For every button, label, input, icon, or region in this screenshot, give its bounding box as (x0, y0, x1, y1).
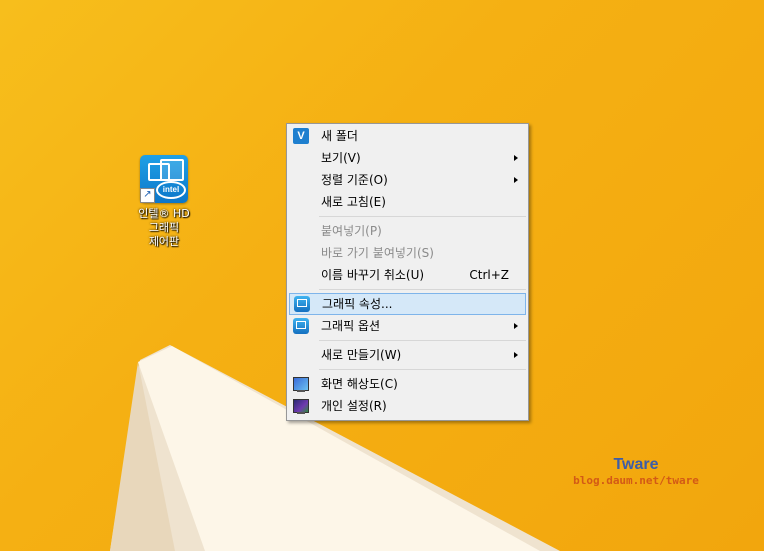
menu-item-paste-shortcut: 바로 가기 붙여넣기(S) (287, 242, 528, 264)
watermark-brand: Tware (613, 456, 659, 473)
menu-item-graphics-properties[interactable]: 그래픽 속성... (289, 293, 526, 315)
menu-item-screen-resolution[interactable]: 화면 해상도(C) (287, 373, 528, 395)
menu-item-sort-by[interactable]: 정렬 기준(O) (287, 169, 528, 191)
menu-item-label: 새 폴더 (321, 129, 358, 143)
menu-item-label: 화면 해상도(C) (321, 377, 398, 391)
watermark: Tware blog.daum.net/tware (566, 456, 706, 487)
personalize-icon (293, 399, 309, 414)
menu-item-label: 바로 가기 붙여넣기(S) (321, 246, 434, 260)
menu-item-label: 정렬 기준(O) (321, 173, 388, 187)
menu-separator (319, 289, 526, 290)
monitor-icon (293, 377, 309, 392)
menu-item-label: 이름 바꾸기 취소(U) (321, 268, 425, 282)
menu-item-new-folder[interactable]: V 새 폴더 (287, 125, 528, 147)
menu-item-label: 새로 고침(E) (321, 195, 386, 209)
intel-graphics-icon (294, 296, 310, 312)
menu-item-graphics-options[interactable]: 그래픽 옵션 (287, 315, 528, 337)
menu-item-shortcut: Ctrl+Z (469, 268, 509, 282)
shortcut-arrow-icon: ↗ (140, 188, 155, 203)
menu-item-label: 그래픽 옵션 (321, 319, 381, 333)
submenu-arrow-icon (514, 155, 518, 161)
intel-graphics-icon (293, 318, 309, 334)
submenu-arrow-icon (514, 177, 518, 183)
shortcut-label-line: 그래픽 (148, 221, 180, 234)
shortcut-label: 인텔® HD 그래픽 제어판 (128, 207, 200, 249)
intel-graphics-icon: intel ↗ (140, 155, 188, 203)
intel-logo-text: intel (156, 181, 186, 199)
menu-item-paste: 붙여넣기(P) (287, 220, 528, 242)
menu-separator (319, 340, 526, 341)
desktop-context-menu: V 새 폴더 보기(V) 정렬 기준(O) 새로 고침(E) 붙여넣기(P) 바… (286, 123, 529, 421)
v-icon: V (293, 128, 309, 144)
menu-item-refresh[interactable]: 새로 고침(E) (287, 191, 528, 213)
menu-item-label: 새로 만들기(W) (321, 348, 402, 362)
desktop-shortcut-intel-graphics[interactable]: intel ↗ 인텔® HD 그래픽 제어판 (128, 155, 200, 249)
menu-item-label: 붙여넣기(P) (321, 224, 382, 238)
submenu-arrow-icon (514, 352, 518, 358)
menu-item-new[interactable]: 새로 만들기(W) (287, 344, 528, 366)
menu-item-label: 보기(V) (321, 151, 361, 165)
desktop[interactable]: intel ↗ 인텔® HD 그래픽 제어판 V 새 폴더 보기(V) 정렬 기… (0, 0, 764, 551)
menu-item-personalize[interactable]: 개인 설정(R) (287, 395, 528, 417)
menu-separator (319, 369, 526, 370)
menu-item-label: 그래픽 속성... (322, 297, 393, 311)
menu-item-view[interactable]: 보기(V) (287, 147, 528, 169)
shortcut-label-line: 인텔® HD (138, 207, 190, 220)
menu-item-undo-rename[interactable]: 이름 바꾸기 취소(U) Ctrl+Z (287, 264, 528, 286)
shortcut-label-line: 제어판 (148, 235, 180, 248)
menu-separator (319, 216, 526, 217)
submenu-arrow-icon (514, 323, 518, 329)
watermark-url: blog.daum.net/tware (573, 474, 699, 487)
menu-item-label: 개인 설정(R) (321, 399, 387, 413)
